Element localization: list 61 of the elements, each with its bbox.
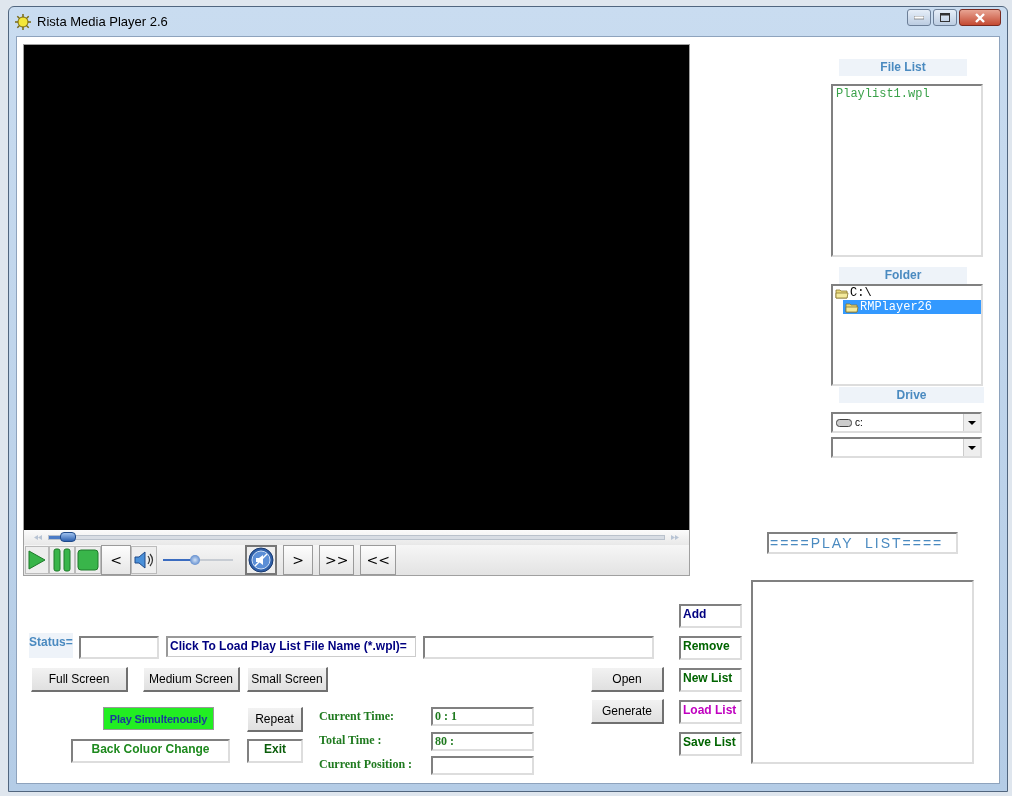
file-list-label: File List bbox=[839, 59, 967, 76]
close-icon bbox=[974, 12, 986, 23]
list-button[interactable]: Add bbox=[679, 604, 742, 628]
list-button[interactable]: New List bbox=[679, 668, 742, 692]
drive-icon bbox=[836, 418, 852, 427]
stop-icon bbox=[77, 549, 99, 571]
dropdown-arrow-icon bbox=[968, 420, 976, 425]
screen-size-button[interactable]: Medium Screen bbox=[143, 667, 240, 692]
volume-slider[interactable] bbox=[163, 554, 233, 566]
mute-button[interactable] bbox=[245, 545, 277, 575]
time-field: 0 : 1 bbox=[431, 707, 534, 726]
screen-size-button[interactable]: Small Screen bbox=[247, 667, 328, 692]
open-button[interactable]: Open bbox=[591, 667, 664, 692]
mute-icon bbox=[248, 547, 274, 573]
file-name-field[interactable] bbox=[423, 636, 654, 659]
minimize-icon bbox=[914, 15, 924, 20]
status-label: Status= bbox=[29, 633, 73, 658]
time-label: Current Position : bbox=[319, 757, 413, 772]
rewind-icon bbox=[34, 535, 42, 540]
drive-dropdown[interactable]: c: bbox=[831, 412, 982, 433]
folder-tree[interactable]: C:\ RMPlayer26 bbox=[831, 284, 983, 386]
speaker-icon bbox=[133, 549, 155, 571]
back-colour-button[interactable]: Back Coluor Change bbox=[71, 739, 230, 763]
forward-icon bbox=[671, 535, 679, 540]
repeat-button[interactable]: Repeat bbox=[247, 707, 303, 732]
sun-icon bbox=[15, 13, 31, 30]
play-icon bbox=[27, 549, 47, 571]
pause-button[interactable] bbox=[49, 546, 75, 574]
status-field[interactable] bbox=[79, 636, 159, 659]
nav-button[interactable]: >> bbox=[319, 545, 355, 575]
folder-item[interactable]: C:\ bbox=[833, 286, 981, 300]
pause-icon bbox=[51, 548, 73, 572]
list-button[interactable]: Save List bbox=[679, 732, 742, 756]
exit-button[interactable]: Exit bbox=[247, 739, 303, 763]
maximize-icon bbox=[940, 13, 950, 22]
seek-slider[interactable] bbox=[48, 535, 665, 540]
generate-button[interactable]: Generate bbox=[591, 699, 664, 724]
nav-button[interactable]: << bbox=[360, 545, 396, 575]
play-button[interactable] bbox=[25, 546, 49, 574]
close-button[interactable] bbox=[959, 9, 1001, 26]
time-label: Current Time: bbox=[319, 709, 394, 724]
screen-size-button[interactable]: Full Screen bbox=[31, 667, 128, 692]
time-label: Total Time : bbox=[319, 733, 382, 748]
playlist-title: ====PLAY LIST==== bbox=[767, 532, 958, 554]
stop-button[interactable] bbox=[75, 546, 101, 574]
time-field: 80 : bbox=[431, 732, 534, 751]
folder-icon bbox=[835, 287, 849, 299]
dropdown-arrow-icon bbox=[968, 445, 976, 450]
nav-button[interactable]: < bbox=[101, 545, 131, 575]
play-simultaneously-toggle[interactable]: Play Simultenously bbox=[103, 707, 214, 730]
dropdown[interactable] bbox=[831, 437, 982, 458]
speaker-button[interactable] bbox=[131, 546, 157, 574]
list-button[interactable]: Load List bbox=[679, 700, 742, 724]
nav-button[interactable]: > bbox=[283, 545, 313, 575]
folder-icon bbox=[845, 301, 859, 313]
window-title: Rista Media Player 2.6 bbox=[37, 14, 169, 29]
load-playlist-label[interactable]: Click To Load Play List File Name (*.wpl)= bbox=[166, 636, 416, 657]
list-button[interactable]: Remove bbox=[679, 636, 742, 660]
drive-label: Drive bbox=[839, 387, 984, 403]
folder-label: Folder bbox=[839, 267, 967, 284]
maximize-button[interactable] bbox=[933, 9, 957, 26]
